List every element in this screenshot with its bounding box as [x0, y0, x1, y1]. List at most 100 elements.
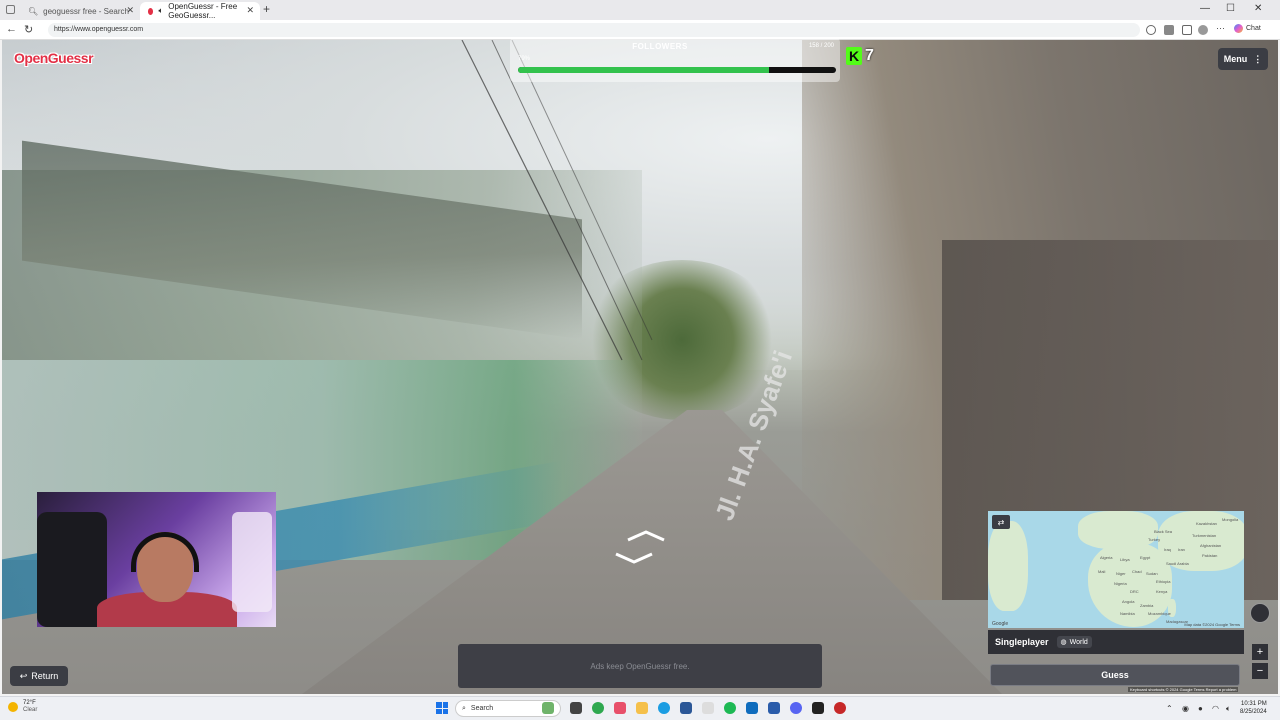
globe-icon: ◍: [1060, 639, 1067, 646]
refresh-icon[interactable]: ↻: [24, 23, 33, 36]
openguessr-logo[interactable]: OpenGuessr: [14, 50, 94, 66]
kick-viewer-badge: K 7: [846, 46, 874, 66]
app-icon[interactable]: [768, 702, 780, 714]
minimize-icon[interactable]: —: [1200, 3, 1210, 14]
map-google-logo: Google: [992, 621, 1009, 627]
speaker-icon[interactable]: 🔈︎: [158, 6, 163, 16]
map-attribution: Map data ©2024 Google Terms: [1184, 622, 1240, 627]
notepad-icon[interactable]: [702, 702, 714, 714]
followers-title: FOLLOWERS: [632, 42, 688, 51]
kick-logo-icon: K: [846, 47, 862, 65]
discord-icon[interactable]: [790, 702, 802, 714]
ad-text: Ads keep OpenGuessr free.: [590, 661, 690, 671]
extensions-icon[interactable]: [1164, 25, 1174, 35]
close-tab-icon[interactable]: ✕: [126, 5, 134, 16]
map-americas: [988, 521, 1028, 611]
close-tab-icon[interactable]: ✕: [246, 5, 254, 16]
map-label: Zambia: [1140, 603, 1154, 608]
profile-avatar-icon[interactable]: [1198, 25, 1208, 35]
guess-button[interactable]: Guess: [990, 664, 1240, 686]
ad-banner: Ads keep OpenGuessr free.: [458, 644, 822, 688]
followers-progress-fill: [518, 67, 770, 73]
wifi-icon[interactable]: ◠: [1212, 704, 1219, 713]
move-back-arrow[interactable]: [615, 552, 653, 564]
task-view-icon[interactable]: [570, 702, 582, 714]
favorite-star-icon[interactable]: [1146, 25, 1156, 35]
maximize-icon[interactable]: ☐: [1226, 3, 1235, 14]
map-label: Afghanistan: [1200, 543, 1222, 548]
zoom-in-icon[interactable]: +: [1252, 644, 1268, 660]
map-label: Algeria: [1100, 555, 1113, 560]
zoom-out-icon[interactable]: −: [1252, 663, 1268, 679]
power-lines: [461, 40, 653, 361]
move-forward-arrow[interactable]: [627, 530, 665, 542]
map-label: Niger: [1116, 571, 1126, 576]
more-options-icon[interactable]: ···: [1216, 23, 1225, 33]
map-label: Egypt: [1140, 555, 1151, 560]
map-label: Angola: [1122, 599, 1135, 604]
menu-label: Menu: [1223, 54, 1248, 64]
address-bar[interactable]: https://www.openguessr.com: [48, 23, 1140, 37]
browser-tabbar: 🔍︎ geoguessr free - Search ✕ 🔈︎ OpenGues…: [0, 0, 1280, 20]
favorites-icon[interactable]: [1182, 25, 1192, 35]
url-text: https://www.openguessr.com: [54, 26, 144, 33]
map-label: Chad: [1132, 569, 1142, 574]
volume-icon[interactable]: 🔈︎: [1226, 704, 1231, 714]
file-explorer-icon[interactable]: [636, 702, 648, 714]
map-label: Black Sea: [1154, 529, 1173, 534]
movement-arrows[interactable]: [612, 526, 668, 566]
search-icon: 🔍︎: [28, 6, 39, 16]
map-select-chip[interactable]: ◍ World: [1056, 636, 1092, 648]
new-tab-icon[interactable]: +: [263, 2, 270, 16]
app-icon[interactable]: [834, 702, 846, 714]
back-icon[interactable]: ←: [6, 23, 17, 35]
app-icon[interactable]: [592, 702, 604, 714]
copilot-icon: [1234, 24, 1243, 33]
map-attribution-text: Map data ©2024 Google: [1184, 622, 1229, 627]
menu-button[interactable]: Menu ⋮: [1218, 48, 1268, 70]
guess-label: Guess: [1101, 670, 1129, 680]
widget-icon[interactable]: [542, 702, 554, 714]
openguessr-favicon-icon: [148, 7, 154, 15]
tray-chevron-icon[interactable]: ⌃: [1166, 704, 1173, 713]
map-label: Kenya: [1156, 589, 1168, 594]
tab-geoguessr-search[interactable]: 🔍︎ geoguessr free - Search ✕: [20, 2, 140, 20]
windows-start-icon[interactable]: [436, 702, 448, 714]
tab-openguessr[interactable]: 🔈︎ OpenGuessr - Free GeoGuessr... ✕: [140, 2, 260, 20]
store-icon[interactable]: [680, 702, 692, 714]
tab-actions-icon[interactable]: [6, 5, 15, 14]
map-terms-link[interactable]: Terms: [1229, 622, 1240, 627]
followers-progress-track: [518, 67, 836, 73]
map-label: Pakistan: [1202, 553, 1218, 558]
tray-icon[interactable]: ◉: [1182, 704, 1189, 713]
map-label: Mozambique: [1148, 611, 1171, 616]
map-name: World: [1069, 638, 1088, 646]
weather-widget[interactable]: 72°F Clear: [8, 700, 37, 714]
terminal-icon[interactable]: [812, 702, 824, 714]
expand-map-icon[interactable]: ⇄: [992, 515, 1010, 529]
followers-count: 158 / 200: [808, 43, 834, 49]
tray-icon[interactable]: ●: [1198, 704, 1203, 713]
map-label: Libya: [1120, 557, 1130, 562]
game-mode-label: Singleplayer: [995, 637, 1049, 647]
map-label: Saudi Arabia: [1166, 561, 1189, 566]
followers-goal-widget: FOLLOWERS 158 / 200 79%: [510, 38, 840, 82]
guess-minimap[interactable]: Algeria Libya Egypt Mali Niger Chad Suda…: [988, 511, 1244, 628]
return-button[interactable]: ↩ Return: [10, 666, 68, 686]
outlook-icon[interactable]: [746, 702, 758, 714]
app-icon[interactable]: [614, 702, 626, 714]
weather-temp: 72°F: [23, 700, 36, 706]
copilot-chat-button[interactable]: Chat: [1234, 24, 1261, 33]
map-footer: Keyboard shortcuts © 2024 Google Terms R…: [1128, 687, 1239, 692]
edge-icon[interactable]: [658, 702, 670, 714]
spotify-icon[interactable]: [724, 702, 736, 714]
sun-icon: [8, 702, 18, 712]
close-window-icon[interactable]: ✕: [1254, 3, 1262, 14]
windows-taskbar: 72°F Clear ⌕ Search ⌃ ◉ ● ◠ 🔈︎ 10:31 PM …: [0, 696, 1280, 720]
compass-icon[interactable]: [1250, 603, 1270, 623]
map-label: DRC: [1130, 589, 1139, 594]
kick-viewer-count: 7: [865, 47, 874, 64]
streamer-webcam: [37, 492, 276, 627]
taskbar-clock[interactable]: 10:31 PM 8/25/2024: [1240, 700, 1267, 716]
map-label: Ethiopia: [1156, 579, 1171, 584]
